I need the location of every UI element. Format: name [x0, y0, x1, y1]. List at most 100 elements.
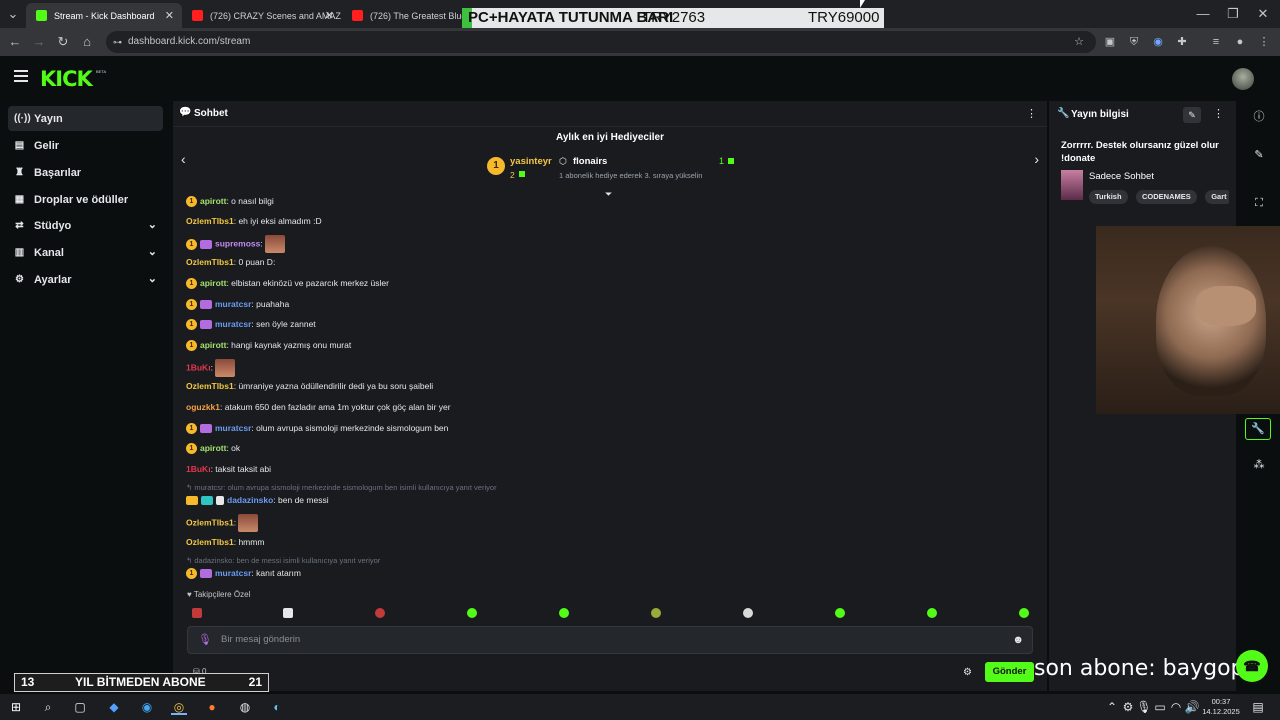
copilot-icon[interactable]: ◆ — [106, 699, 122, 715]
edge-icon[interactable]: ◉ — [139, 699, 155, 715]
media-control-icon[interactable]: ≡ — [1208, 34, 1224, 50]
wifi-icon[interactable]: ◠ — [1168, 699, 1184, 715]
forward-icon[interactable]: → — [30, 33, 48, 51]
sidebar-item-label: Başarılar — [34, 166, 82, 179]
wrench-rail-icon[interactable]: 🔧 — [1245, 418, 1271, 440]
task-view-icon[interactable]: ▢ — [72, 699, 88, 715]
gift-icon — [519, 171, 525, 177]
close-tab-icon[interactable]: ✕ — [325, 9, 334, 22]
sidebar-item-yayin[interactable]: ((·)) Yayın — [8, 106, 163, 131]
tag[interactable]: Turkish — [1089, 190, 1128, 204]
drops-icon: ▦ — [14, 194, 25, 205]
tab-search-icon[interactable]: ⌄ — [4, 5, 22, 23]
emote-icon[interactable] — [283, 608, 293, 618]
home-icon[interactable]: ⌂ — [78, 33, 96, 51]
tag[interactable]: Gart — [1205, 190, 1229, 204]
emote-icon[interactable] — [927, 608, 937, 618]
minimize-icon[interactable]: — — [1194, 5, 1212, 23]
info-icon[interactable]: ⓘ — [1250, 108, 1268, 126]
firefox-icon[interactable]: ● — [204, 699, 220, 715]
sidebar-item-ayarlar[interactable]: ⚙ Ayarlar ⌄ — [8, 267, 163, 292]
maximize-icon[interactable]: ❐ — [1224, 5, 1242, 23]
shield-extension-icon[interactable]: ⛨ — [1126, 34, 1142, 50]
pencil-icon[interactable]: ✎ — [1250, 146, 1268, 164]
beta-badge: BETA — [96, 69, 107, 74]
fullscreen-icon[interactable]: ⛶ — [1250, 194, 1268, 212]
bookmark-star-icon[interactable]: ☆ — [1074, 31, 1084, 53]
subscriber-goal-bar: 13 YIL BİTMEDEN ABONE 21 — [14, 673, 269, 692]
url-field[interactable]: ⊶ dashboard.kick.com/stream ☆ — [106, 31, 1096, 53]
close-tab-icon[interactable]: ✕ — [165, 9, 174, 22]
sidebar-item-basarilar[interactable]: ♜ Başarılar — [8, 160, 163, 185]
chevron-right-icon[interactable]: › — [1034, 151, 1039, 167]
close-window-icon[interactable]: ✕ — [1254, 5, 1272, 23]
share-icon[interactable]: ⁂ — [1250, 456, 1268, 474]
tray-chevron-icon[interactable]: ⌃ — [1104, 699, 1120, 715]
user-avatar[interactable] — [1232, 68, 1254, 90]
kick-favicon-icon — [36, 10, 47, 21]
category-name[interactable]: Sadece Sohbet — [1089, 171, 1154, 182]
site-info-icon[interactable]: ⊶ — [113, 31, 122, 53]
audio-extension-icon[interactable]: ◉ — [1150, 34, 1166, 50]
obs-icon[interactable]: ◍ — [237, 699, 253, 715]
microphone-icon[interactable]: 🎙 — [198, 627, 212, 653]
search-icon[interactable]: ⌕ — [40, 699, 56, 715]
sidebar-item-studyo[interactable]: ⇄ Stüdyo ⌄ — [8, 213, 163, 238]
address-bar-row: ← → ↻ ⌂ ⊶ dashboard.kick.com/stream ☆ ▣ … — [0, 28, 1280, 56]
puzzle-extension-icon[interactable]: ✚ — [1174, 34, 1190, 50]
chat-message: 1 muratcsr: sen öyle zannet — [186, 317, 316, 331]
sidebar-item-droplar[interactable]: ▦ Droplar ve ödüller — [8, 187, 163, 212]
send-button[interactable]: Gönder — [985, 662, 1034, 682]
second-gifter-name[interactable]: flonairs — [573, 156, 607, 167]
clock-time: 00:37 — [1211, 697, 1231, 706]
chat-menu-icon[interactable]: ⋮ — [1026, 107, 1037, 120]
info-menu-icon[interactable]: ⋮ — [1213, 107, 1224, 120]
category-thumbnail[interactable] — [1061, 170, 1083, 200]
chevron-left-icon[interactable]: ‹ — [181, 151, 186, 167]
wrench-icon: 🔧 — [1057, 108, 1070, 119]
emote-icon[interactable] — [1019, 608, 1029, 618]
emote-icon — [238, 514, 259, 532]
sidebar-item-kanal[interactable]: ▥ Kanal ⌄ — [8, 240, 163, 265]
support-chat-icon[interactable]: ☎ — [1236, 650, 1268, 682]
emote-icon[interactable] — [559, 608, 569, 618]
notification-icon[interactable]: ▤ — [1250, 699, 1266, 715]
chrome-icon[interactable]: ◎ — [171, 699, 187, 715]
clock[interactable]: 00:37 14.12.2025 — [1198, 697, 1244, 717]
emote-icon[interactable] — [743, 608, 753, 618]
chat-message: 1 muratcsr: puahaha — [186, 297, 289, 311]
emote-icon[interactable] — [467, 608, 477, 618]
steam-icon[interactable]: ◐ — [269, 699, 285, 715]
microphone-tray-icon[interactable]: 🎙 — [1136, 699, 1152, 715]
start-icon[interactable]: ⊞ — [8, 699, 24, 715]
tray-app-icon[interactable]: ⚙ — [1120, 699, 1136, 715]
browser-menu-icon[interactable]: ⋮ — [1256, 34, 1272, 50]
chat-message: oguzkk1: atakum 650 den fazladır ama 1m … — [186, 402, 451, 412]
back-icon[interactable]: ← — [6, 33, 24, 51]
chat-message: OzlemTlbs1: 0 puan D: — [186, 257, 276, 267]
profile-icon[interactable]: ● — [1232, 34, 1248, 50]
network-icon[interactable]: ▭ — [1152, 699, 1168, 715]
reload-icon[interactable]: ↻ — [54, 33, 72, 51]
sidebar-item-gelir[interactable]: ▤ Gelir — [8, 133, 163, 158]
tab-youtube-1[interactable]: (726) CRAZY Scenes and AMAZ ✕ — [182, 3, 342, 28]
tab-youtube-2[interactable]: (726) The Greatest Blues Ba — [342, 3, 462, 28]
emote-icon[interactable] — [192, 608, 202, 618]
chat-title: Sohbet — [194, 108, 228, 119]
extension-icon[interactable]: ▣ — [1102, 34, 1118, 50]
kick-logo[interactable]: KICK — [40, 67, 93, 91]
tag[interactable]: CODENAMES — [1136, 190, 1197, 204]
emoji-icon[interactable]: ☻ — [1012, 627, 1024, 653]
chat-settings-icon[interactable]: ⚙ — [963, 667, 972, 678]
emote-icon[interactable] — [651, 608, 661, 618]
chat-input[interactable]: 🎙 Bir mesaj gönderin ☻ — [187, 626, 1033, 654]
emote-icon[interactable] — [835, 608, 845, 618]
tab-kick-dashboard[interactable]: Stream - Kick Dashboard ✕ — [26, 3, 182, 28]
emote-icon[interactable] — [375, 608, 385, 618]
edit-icon[interactable]: ✎ — [1183, 107, 1201, 123]
chat-message: 1 apirott: ok — [186, 441, 240, 455]
top-gifter-name[interactable]: yasinteyr — [510, 156, 552, 167]
last-subscriber-label: son abone: baygopo — [1034, 656, 1258, 681]
hamburger-menu-icon[interactable] — [14, 70, 28, 82]
chat-messages: 1 apirott: o nasıl bilgi OzlemTlbs1: eh i… — [173, 195, 1047, 603]
